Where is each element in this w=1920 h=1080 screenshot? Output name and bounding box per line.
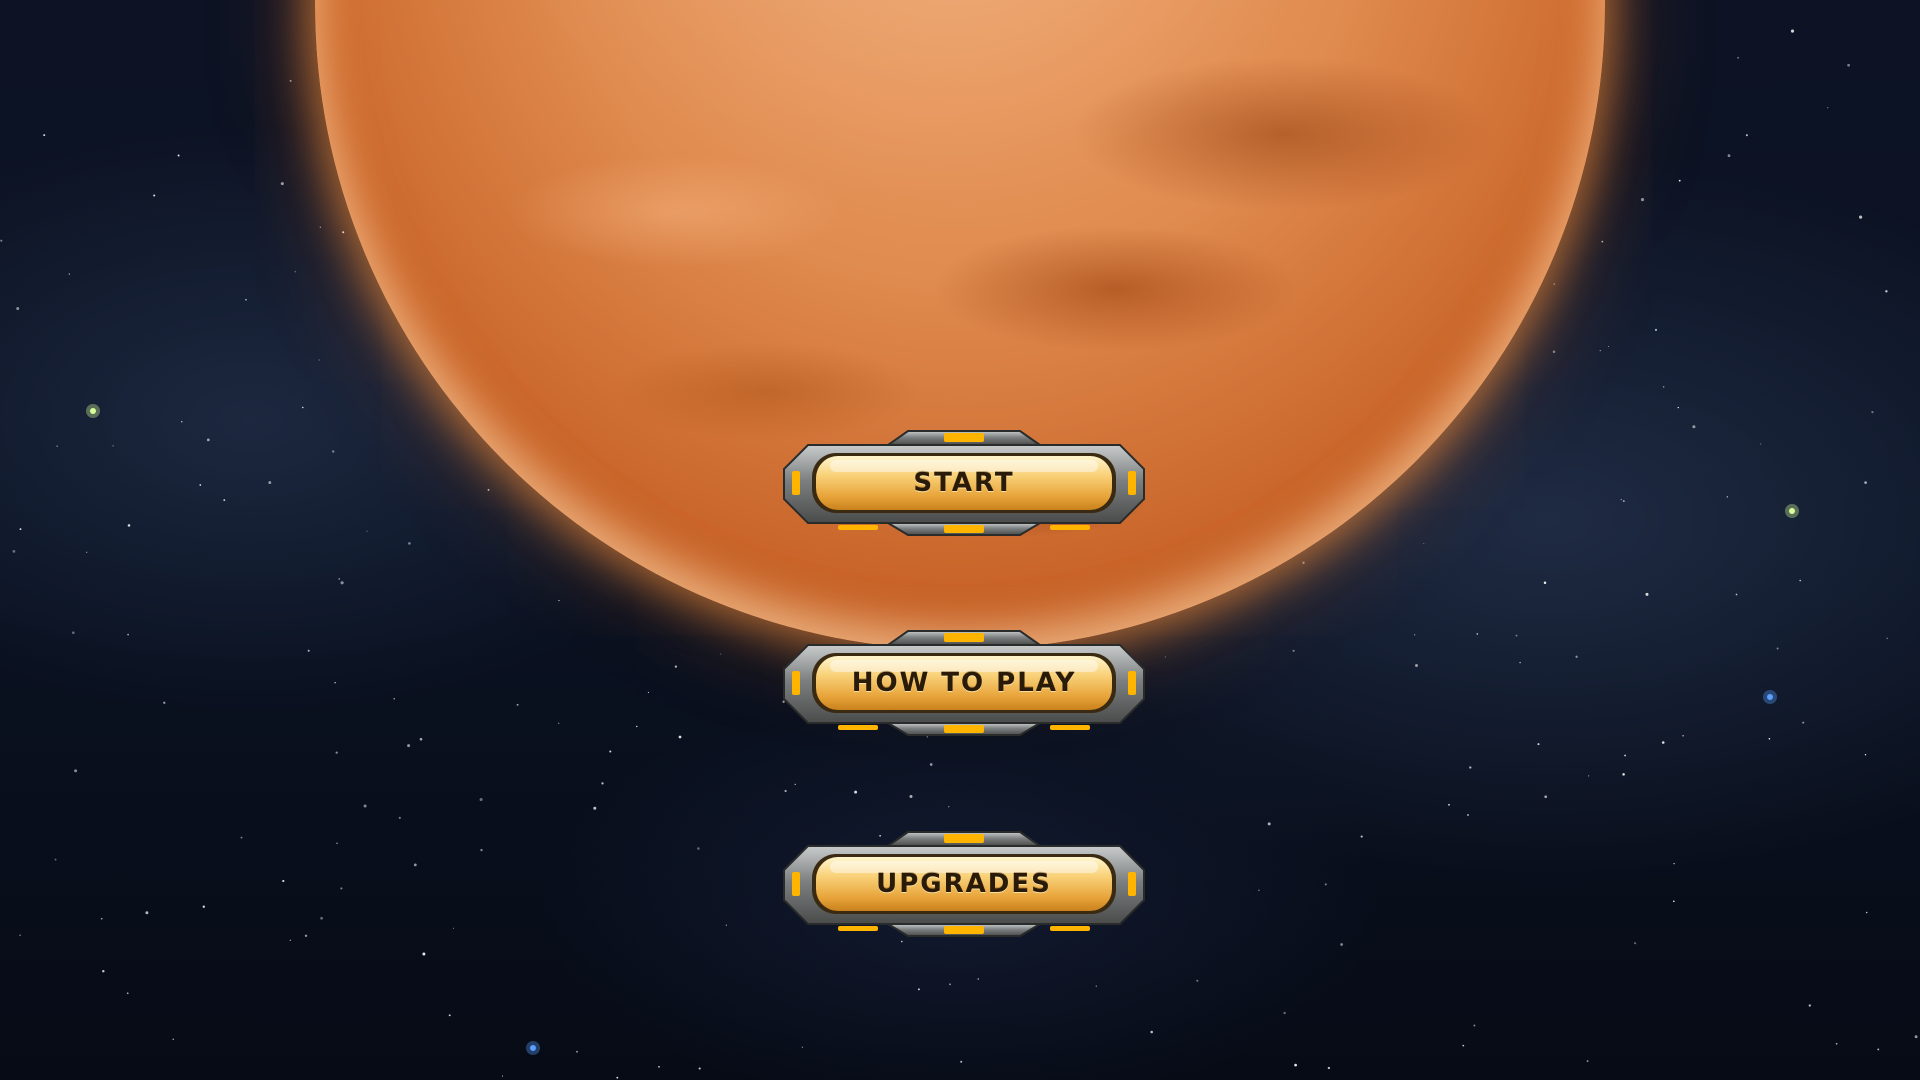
how-to-play-button[interactable]: HOW TO PLAY: [778, 625, 1150, 741]
upgrades-button[interactable]: UPGRADES: [778, 826, 1150, 942]
start-label: START: [913, 468, 1015, 498]
main-menu-screen: START HOW TO PLAY UPGRADES: [0, 0, 1920, 1080]
start-button[interactable]: START: [778, 425, 1150, 541]
upgrades-label: UPGRADES: [876, 869, 1052, 899]
main-menu: START HOW TO PLAY UPGRADES: [0, 0, 1920, 1080]
how-to-play-label: HOW TO PLAY: [851, 668, 1077, 698]
